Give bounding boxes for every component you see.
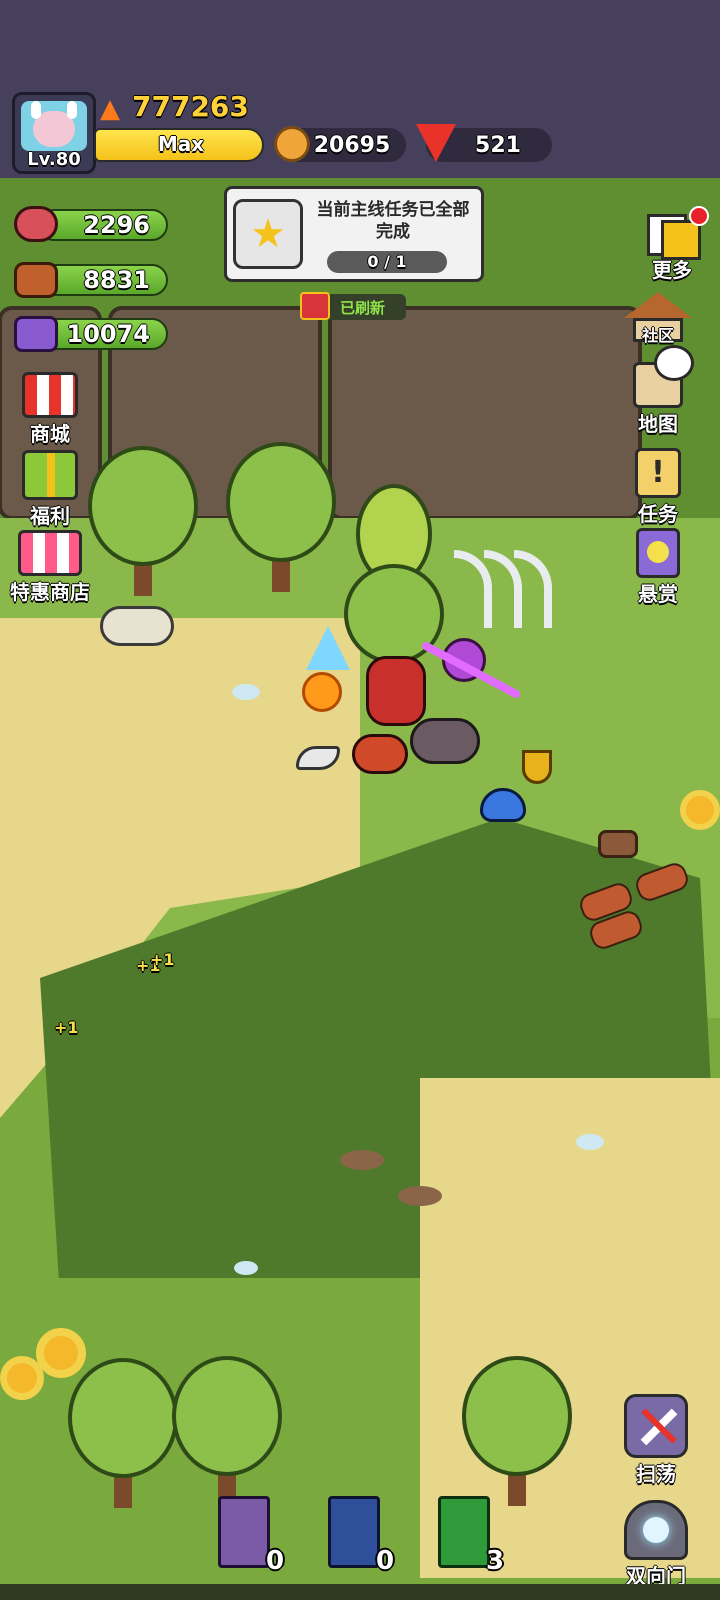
notification-dot [689,206,709,226]
gems-value: 521 [475,132,521,158]
player-name-bar[interactable]: Max [94,128,264,162]
floating-gain: +1 [54,1018,79,1037]
bounty-button[interactable]: 悬赏 [618,528,698,607]
sweep-button[interactable]: 扫荡 [616,1394,696,1487]
main-quest-panel[interactable]: ★ 当前主线任务已全部完成 0 / 1 [224,186,484,282]
axe-icon [296,746,340,770]
golden-chalice-icon [522,750,552,784]
shop-button[interactable]: 商城 [10,372,90,447]
portal-button[interactable]: 双向门 [616,1500,696,1589]
tree [68,1358,178,1508]
map-button[interactable]: 地图 [618,345,698,437]
sunflower-icon [0,1356,44,1400]
shop-label: 商城 [30,422,70,446]
sweep-label: 扫荡 [636,1462,676,1486]
more-button[interactable]: 更多 [632,206,712,283]
map-label: 地图 [638,412,678,436]
player-avatar[interactable]: Lv.80 [12,92,96,174]
flame-icon: ▲ [100,94,120,124]
welfare-label: 福利 [30,504,70,528]
coins-value: 20695 [313,132,391,158]
tasks-button[interactable]: ! 任务 [618,448,698,527]
stump-icon [598,830,638,858]
blue-skill-book-icon[interactable] [328,1496,380,1568]
bounty-label: 悬赏 [638,582,678,606]
wood-icon [14,262,58,298]
purple-skill-book-icon[interactable] [218,1496,270,1568]
quest-text: 当前主线任务已全部完成 [316,200,470,242]
meat-icon [14,206,58,242]
mummy-enemy[interactable] [100,606,174,646]
avatar-portrait [21,101,87,151]
coins-display[interactable]: 20695 [274,126,406,162]
player-name: Max [157,132,205,156]
hero-party[interactable] [296,626,556,826]
quest-progress-bar: 0 / 1 [327,251,447,273]
map-scroll-icon [633,345,694,408]
log-pile-icon [576,859,692,958]
special-shop-label: 特惠商店 [10,580,90,604]
tree [462,1356,572,1506]
blue-slime-hero [480,788,526,822]
star-icon: ★ [233,199,303,269]
crystal-icon [306,626,350,670]
green-skill-book-icon[interactable] [438,1496,490,1568]
chest-icon [300,292,330,320]
awning-shop-icon [18,530,82,576]
refresh-badge[interactable]: 已刷新 [300,292,406,320]
house-icon [624,292,692,318]
welfare-button[interactable]: 福利 [10,450,90,529]
gift-icon [22,450,78,500]
green-book-count: 3 [486,1546,505,1576]
tree [226,442,336,592]
player-level: Lv.80 [27,149,81,170]
bottom-bar [0,1584,720,1600]
coin-icon [274,126,310,162]
special-shop-button[interactable]: 特惠商店 [0,530,100,605]
bone-ribs-icon [444,550,554,630]
wood-value: 8831 [83,266,150,294]
ore-icon [14,316,58,352]
community-button[interactable]: 社区 [618,292,698,346]
sword-sweep-icon [624,1394,688,1458]
more-cards-icon [647,206,709,260]
sunflower-icon [680,790,720,830]
community-label: 社区 [641,326,674,345]
meat-value: 2296 [83,211,150,239]
blue-book-count: 0 [376,1546,395,1576]
quest-progress: 0 / 1 [367,252,407,271]
ore-value: 10074 [66,320,151,348]
refresh-label: 已刷新 [340,299,386,317]
portal-gate-icon [624,1500,688,1560]
tree [88,446,198,596]
floating-gain: +1 [150,950,175,969]
purple-book-count: 0 [266,1546,285,1576]
ruby-icon [416,124,456,162]
tasks-label: 任务 [638,502,678,526]
tree [172,1356,282,1506]
hedgehog-hero [410,718,480,764]
shop-stall-icon [22,372,78,418]
skull-poster-icon [636,528,680,578]
gems-display[interactable]: 521 [416,124,552,162]
task-scroll-icon: ! [635,448,681,498]
sunflower-icon [36,1328,86,1378]
warrior-hero [366,656,426,726]
player-power: 777263 [132,90,249,123]
fox-hero [352,734,408,774]
fire-orb-icon [302,672,342,712]
game-world[interactable]: +1 +1 +1 [0,178,720,1600]
